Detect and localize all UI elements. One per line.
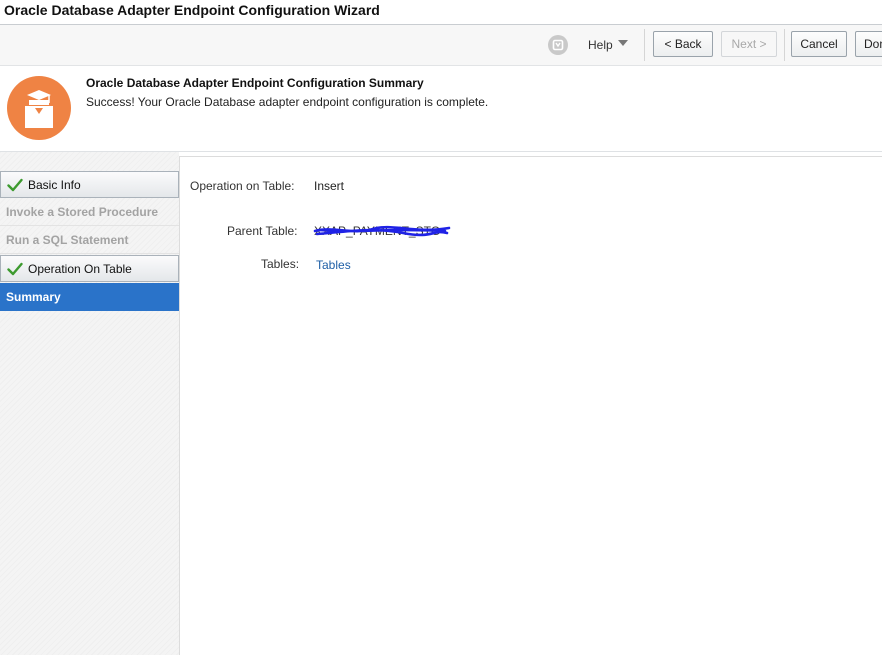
summary-header: Oracle Database Adapter Endpoint Configu… [0, 66, 882, 152]
train-stop-icon [7, 76, 71, 140]
step-basic-info[interactable]: Basic Info [0, 171, 179, 198]
toolbar: Help < Back Next > Cancel Done [0, 25, 882, 66]
next-button[interactable]: Next > [721, 31, 777, 57]
redaction-scribble [313, 225, 451, 237]
train-steps-panel: Basic Info Invoke a Stored Procedure Run… [0, 152, 179, 655]
parent-table-label: Parent Table: [227, 224, 298, 238]
success-message: Success! Your Oracle Database adapter en… [86, 95, 489, 109]
back-button[interactable]: < Back [653, 31, 713, 57]
step-label: Operation On Table [28, 261, 132, 276]
step-label: Basic Info [28, 177, 81, 192]
help-menu[interactable]: Help [588, 38, 613, 52]
chevron-down-icon[interactable] [618, 40, 628, 46]
tables-label: Tables: [261, 257, 300, 271]
title-bar: Oracle Database Adapter Endpoint Configu… [0, 0, 882, 25]
step-label: Run a SQL Statement [6, 233, 129, 247]
step-invoke-stored-procedure: Invoke a Stored Procedure [0, 199, 179, 226]
help-topic-icon[interactable] [548, 35, 568, 55]
step-label: Summary [6, 290, 61, 304]
step-label: Invoke a Stored Procedure [6, 205, 159, 219]
header-title: Oracle Database Adapter Endpoint Configu… [86, 76, 424, 90]
step-operation-on-table[interactable]: Operation On Table [0, 255, 179, 282]
toolbar-separator [784, 29, 785, 61]
step-summary[interactable]: Summary [0, 283, 179, 311]
done-button[interactable]: Done [855, 31, 882, 57]
checkmark-icon [7, 178, 23, 192]
step-run-sql-statement: Run a SQL Statement [0, 227, 179, 254]
operation-label: Operation on Table: [190, 179, 295, 193]
cancel-button[interactable]: Cancel [791, 31, 847, 57]
checkmark-icon [7, 262, 23, 276]
tables-link[interactable]: Tables [316, 258, 351, 272]
window-title: Oracle Database Adapter Endpoint Configu… [4, 2, 380, 18]
toolbar-separator [644, 29, 645, 61]
operation-value: Insert [314, 179, 345, 193]
